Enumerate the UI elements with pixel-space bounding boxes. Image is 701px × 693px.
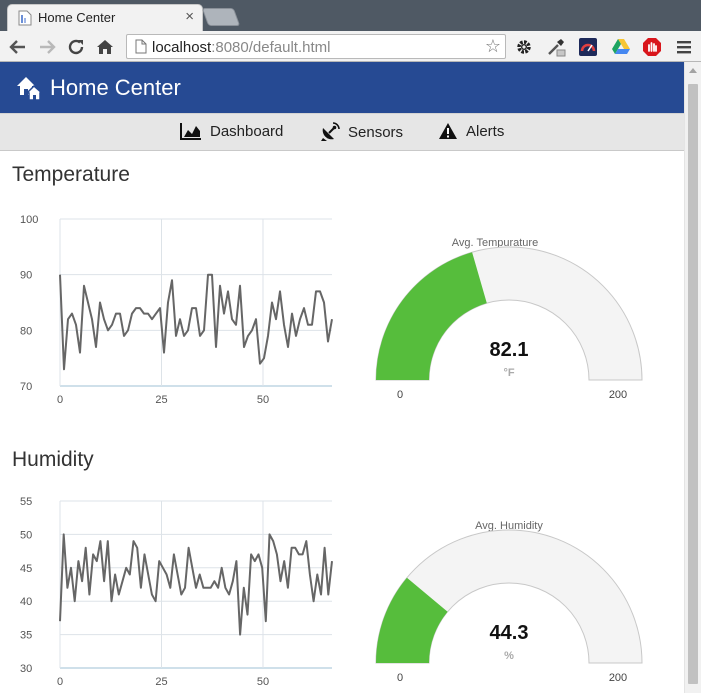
nav-sensors[interactable]: Sensors [320,122,403,142]
menu-hamburger-icon[interactable] [673,36,695,58]
page-icon [135,39,147,54]
vertical-scrollbar[interactable] [684,62,701,693]
gauge-max: 200 [609,672,627,684]
browser-toolbar: localhost:8080/default.html ☆ [0,31,701,62]
gear-icon[interactable] [513,36,535,58]
gauge-value: 82.1 [490,339,529,361]
warning-icon [439,123,457,139]
gauge-min: 0 [397,389,403,401]
y-tick-label: 90 [20,270,32,282]
gauge-min: 0 [397,672,403,684]
nav-dashboard-label: Dashboard [210,122,284,140]
url-text: localhost:8080/default.html [152,39,330,56]
adblock-stop-icon[interactable] [641,36,663,58]
reload-icon[interactable] [65,36,87,58]
url-path: :8080/default.html [211,39,331,56]
url-host: localhost [152,39,212,56]
gauge-value: 44.3 [490,622,529,644]
temperature-gauge: Avg. Tempurature 82.1 °F 0 200 [375,237,643,401]
gauge-unit: % [504,650,514,662]
series-line [59,533,333,636]
tab-close-icon[interactable]: × [185,8,194,25]
area-chart-icon [180,123,201,140]
nav-alerts[interactable]: Alerts [438,122,504,140]
eyedropper-icon[interactable] [545,36,567,58]
satellite-dish-icon [321,122,340,141]
scroll-up-arrow-icon[interactable] [689,68,697,73]
browser-tab[interactable]: Home Center × [7,4,203,31]
y-tick-label: 55 [20,496,32,508]
x-tick-label: 25 [155,394,167,406]
y-tick-label: 30 [20,663,32,675]
series-line [59,273,333,371]
browser-tab-title: Home Center [38,10,116,25]
x-tick-label: 25 [155,676,167,688]
home-logo-icon [17,77,43,101]
nav-dashboard[interactable]: Dashboard [180,122,283,140]
x-tick-label: 0 [57,394,63,406]
nav-alerts-label: Alerts [466,122,505,140]
browser-tab-strip: Home Center × [0,0,701,31]
humidity-line-chart: 55 50 45 40 35 30 0 25 50 [20,496,333,688]
gauge-title: Avg. Tempurature [452,237,538,249]
back-arrow-icon[interactable] [7,36,29,58]
app-title: Home Center [50,75,181,100]
main-nav: Dashboard Sensors Alerts [0,113,684,151]
temperature-line-chart: 100 90 80 70 0 25 50 [20,214,333,406]
humidity-gauge: Avg. Humidity 44.3 % 0 200 [375,520,643,684]
x-tick-label: 50 [257,394,269,406]
address-bar[interactable]: localhost:8080/default.html ☆ [126,34,506,59]
y-tick-label: 40 [20,596,32,608]
y-tick-label: 45 [20,563,32,575]
y-tick-label: 50 [20,529,32,541]
humidity-heading: Humidity [12,448,94,471]
speedometer-extension-icon[interactable] [577,36,599,58]
x-tick-label: 50 [257,676,269,688]
gauge-max: 200 [609,389,627,401]
page-viewport: Home Center Dashboard Sensors Alerts Tem… [0,62,684,693]
x-tick-label: 0 [57,676,63,688]
home-icon[interactable] [94,36,116,58]
google-drive-icon[interactable] [610,36,632,58]
gauge-unit: °F [503,367,514,379]
temperature-heading: Temperature [12,163,130,186]
app-header: Home Center [0,62,684,113]
forward-arrow-icon[interactable] [36,36,58,58]
scrollbar-thumb[interactable] [688,84,698,684]
y-tick-label: 100 [20,214,38,226]
page-favicon-icon [18,10,32,26]
nav-sensors-label: Sensors [348,123,404,141]
y-tick-label: 80 [20,325,32,337]
y-tick-label: 70 [20,381,32,393]
bookmark-star-icon[interactable]: ☆ [485,36,501,57]
y-tick-label: 35 [20,630,32,642]
new-tab-button[interactable] [201,8,241,26]
